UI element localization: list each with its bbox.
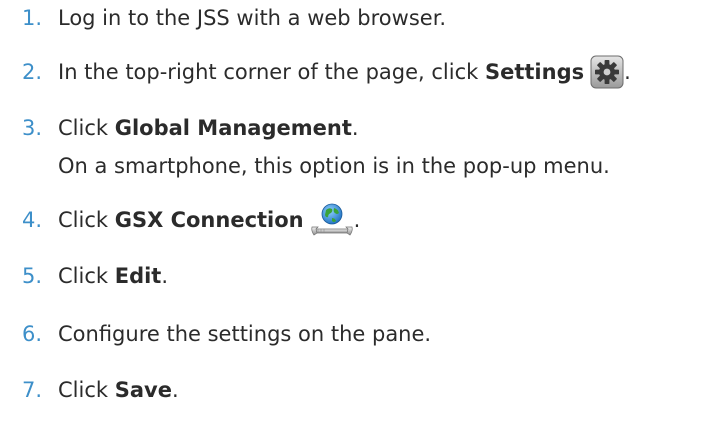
gear-icon	[590, 55, 624, 89]
step-number: 5.	[22, 264, 43, 288]
globe-wrench-icon	[310, 203, 354, 237]
step-text: Configure the settings on the pane.	[58, 322, 432, 346]
settings-label: Settings	[484, 60, 585, 84]
edit-label: Edit	[114, 264, 162, 288]
step-4: 4. Click GSX Connection .	[0, 203, 360, 237]
step-text: In the top-right corner of the page, cli…	[58, 55, 631, 89]
step-text: Click Save .	[58, 374, 179, 406]
step-6: 6. Configure the settings on the pane.	[0, 318, 431, 350]
step-text-pre: Click	[58, 378, 115, 402]
step-3: 3. Click Global Management .	[0, 112, 359, 144]
step-text: Click GSX Connection .	[58, 203, 360, 237]
step-number: 2.	[22, 60, 43, 84]
step-text: Click Global Management .	[58, 112, 359, 144]
step-number: 6.	[22, 322, 43, 346]
step-text-post: .	[171, 378, 179, 402]
step-number: 3.	[22, 116, 43, 140]
step-3-note: On a smartphone, this option is in the p…	[58, 154, 610, 178]
step-text: Click Edit .	[58, 260, 168, 292]
step-text: Log in to the JSS with a web browser.	[58, 6, 447, 30]
step-number: 1.	[22, 6, 43, 30]
step-text-post: .	[161, 264, 169, 288]
step-2: 2. In the top-right corner of the page, …	[0, 55, 631, 89]
global-management-label: Global Management	[114, 116, 352, 140]
step-number: 7.	[22, 378, 43, 402]
step-text-post: .	[351, 116, 359, 140]
step-text-pre: Click	[58, 264, 115, 288]
step-7: 7. Click Save .	[0, 374, 179, 406]
step-text-post: .	[353, 208, 361, 232]
step-text-post: .	[624, 60, 631, 84]
step-text-pre: Click	[58, 208, 115, 232]
step-5: 5. Click Edit .	[0, 260, 168, 292]
step-text-pre: Click	[58, 116, 115, 140]
step-text-pre: In the top-right corner of the page, cli…	[58, 60, 485, 84]
step-1: 1. Log in to the JSS with a web browser.	[0, 2, 446, 34]
save-label: Save	[114, 378, 172, 402]
gsx-connection-label: GSX Connection	[114, 208, 304, 232]
step-number: 4.	[22, 208, 43, 232]
